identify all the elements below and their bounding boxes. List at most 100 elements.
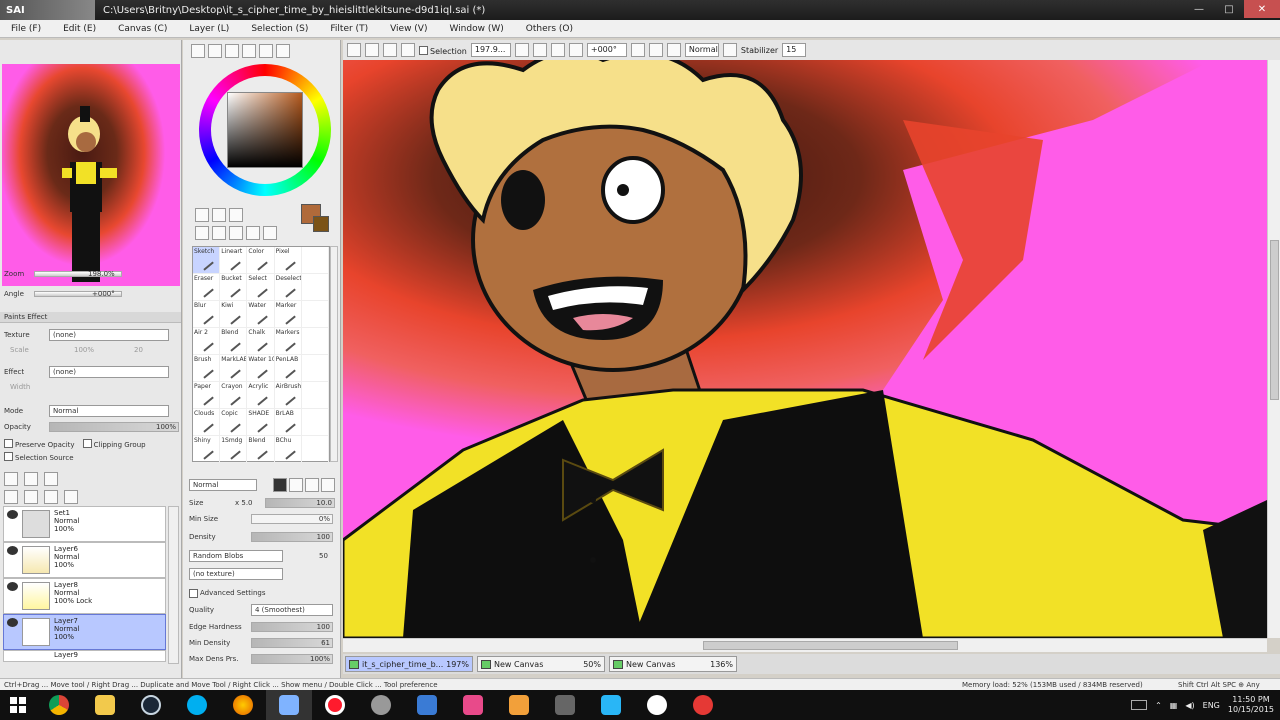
min-size-slider[interactable]: 0% [251, 514, 333, 524]
mixer-mode-button[interactable] [242, 44, 256, 58]
layer-item-layer8[interactable]: Layer8 Normal 100% Lock [3, 578, 166, 614]
canvas-vertical-scrollbar[interactable] [1267, 60, 1280, 638]
language-indicator[interactable]: ENG [1203, 701, 1220, 710]
zoom-icon[interactable] [212, 226, 226, 240]
brush-slot[interactable]: Crayon [220, 382, 248, 409]
network-icon[interactable]: ▦ [1170, 701, 1178, 710]
rotate-left-button[interactable] [568, 43, 583, 57]
drawing-canvas[interactable] [343, 60, 1267, 638]
brush-grid-scrollbar[interactable] [330, 246, 338, 462]
menu-others[interactable]: Others (O) [515, 24, 584, 34]
eyedropper-icon[interactable] [263, 226, 277, 240]
brush-slot[interactable] [301, 328, 329, 355]
min-density-slider[interactable]: 61 [251, 638, 333, 648]
tray-overflow-icon[interactable]: ⌃ [1155, 701, 1162, 710]
brush-texture-select[interactable]: (no texture) [189, 568, 283, 580]
layer-list-scrollbar[interactable] [168, 506, 179, 664]
saturation-value-square[interactable] [227, 92, 303, 168]
tip-shape-medium-icon[interactable] [305, 478, 319, 492]
texture-select[interactable]: (none) [49, 329, 169, 341]
brush-slot[interactable]: SHADE [247, 409, 275, 436]
visibility-eye-icon[interactable] [7, 546, 18, 555]
merge-down-button[interactable] [24, 490, 38, 504]
brush-slot[interactable]: Blend [220, 328, 248, 355]
menu-file[interactable]: File (F) [0, 24, 52, 34]
app-icon-11[interactable] [496, 690, 542, 720]
app-icon-12[interactable] [542, 690, 588, 720]
app-icon-15[interactable] [680, 690, 726, 720]
maximize-button[interactable]: □ [1214, 0, 1244, 18]
flip-button[interactable] [666, 43, 681, 57]
lasso-icon[interactable] [212, 208, 226, 222]
brush-slot[interactable] [301, 409, 329, 436]
clock[interactable]: 11:50 PM 10/15/2015 [1228, 695, 1274, 715]
menu-filter[interactable]: Filter (T) [319, 24, 379, 34]
tip-shape-round-icon[interactable] [321, 478, 335, 492]
menu-canvas[interactable]: Canvas (C) [107, 24, 178, 34]
horizontal-scroll-thumb[interactable] [703, 641, 958, 650]
vertical-scroll-thumb[interactable] [1270, 240, 1279, 400]
hide-selection-button[interactable] [401, 43, 415, 57]
brush-slot[interactable]: Acrylic [247, 382, 275, 409]
brush-slot[interactable]: Lineart [220, 247, 248, 274]
brush-slot[interactable] [301, 301, 329, 328]
selection-source-checkbox[interactable]: Selection Source [4, 451, 74, 462]
app-icon-9[interactable] [404, 690, 450, 720]
layer-mode-select[interactable]: Normal [49, 405, 169, 417]
visibility-eye-icon[interactable] [7, 618, 18, 627]
brush-slot[interactable]: Brush [193, 355, 221, 382]
brush-slot[interactable]: Markers [274, 328, 302, 355]
layer-item-layer9[interactable]: Layer9 [3, 650, 166, 662]
brush-slot[interactable]: Water 10 [247, 355, 275, 382]
app-icon-10[interactable] [450, 690, 496, 720]
brush-slot[interactable]: Paper [193, 382, 221, 409]
brush-slot[interactable]: Chalk [247, 328, 275, 355]
chrome-icon[interactable] [36, 690, 82, 720]
brush-slot[interactable]: Color [247, 247, 275, 274]
clear-layer-button[interactable] [44, 490, 58, 504]
new-linework-layer-button[interactable] [24, 472, 38, 486]
start-button[interactable] [0, 690, 36, 720]
brush-slot[interactable]: Marker [274, 301, 302, 328]
brush-slot[interactable]: BrLAB [274, 409, 302, 436]
steam-icon[interactable] [128, 690, 174, 720]
hsv-slider-mode-button[interactable] [225, 44, 239, 58]
visibility-eye-icon[interactable] [7, 510, 18, 519]
layer-item-layer7[interactable]: Layer7 Normal 100% [3, 614, 166, 650]
select-all-button[interactable] [347, 43, 361, 57]
layer-opacity-slider[interactable]: 100% [49, 422, 179, 432]
invert-selection-button[interactable] [383, 43, 397, 57]
selection-checkbox[interactable] [419, 45, 428, 55]
rgb-slider-mode-button[interactable] [208, 44, 222, 58]
mode-dropdown-button[interactable] [722, 43, 737, 57]
brush-slot[interactable]: Select [247, 274, 275, 301]
zoom-field[interactable]: 197.9... [470, 43, 511, 57]
advanced-settings-toggle[interactable] [189, 589, 198, 598]
brush-slot[interactable]: 1Smdg [220, 436, 248, 463]
new-folder-button[interactable] [44, 472, 58, 486]
tab-canvas-1[interactable]: it_s_cipher_time_b... 197% [345, 656, 473, 672]
quality-select[interactable]: 4 (Smoothest) [251, 604, 333, 616]
brush-slot[interactable]: Deselect [274, 274, 302, 301]
tip-shape-soft-icon[interactable] [289, 478, 303, 492]
secondary-color-swatch[interactable] [313, 216, 329, 232]
delete-layer-button[interactable] [64, 490, 78, 504]
app-icon-13[interactable] [588, 690, 634, 720]
swatches-mode-button[interactable] [259, 44, 273, 58]
color-wheel[interactable] [199, 64, 331, 196]
rotate-icon[interactable] [229, 226, 243, 240]
hand-icon[interactable] [246, 226, 260, 240]
volume-icon[interactable]: ◀) [1185, 701, 1194, 710]
size-multiplier[interactable]: x 5.0 [235, 499, 265, 507]
brush-slot[interactable]: Pixel [274, 247, 302, 274]
brush-slot[interactable]: MarkLAB [220, 355, 248, 382]
advanced-settings-header[interactable]: Advanced Settings [189, 588, 266, 598]
menu-layer[interactable]: Layer (L) [178, 24, 240, 34]
transfer-down-button[interactable] [4, 490, 18, 504]
menu-window[interactable]: Window (W) [438, 24, 514, 34]
canvas-horizontal-scrollbar[interactable] [343, 638, 1267, 652]
brush-slot[interactable]: Clouds [193, 409, 221, 436]
brush-slot[interactable]: Water [247, 301, 275, 328]
skype-icon[interactable] [174, 690, 220, 720]
brush-slot[interactable]: Air 2 [193, 328, 221, 355]
